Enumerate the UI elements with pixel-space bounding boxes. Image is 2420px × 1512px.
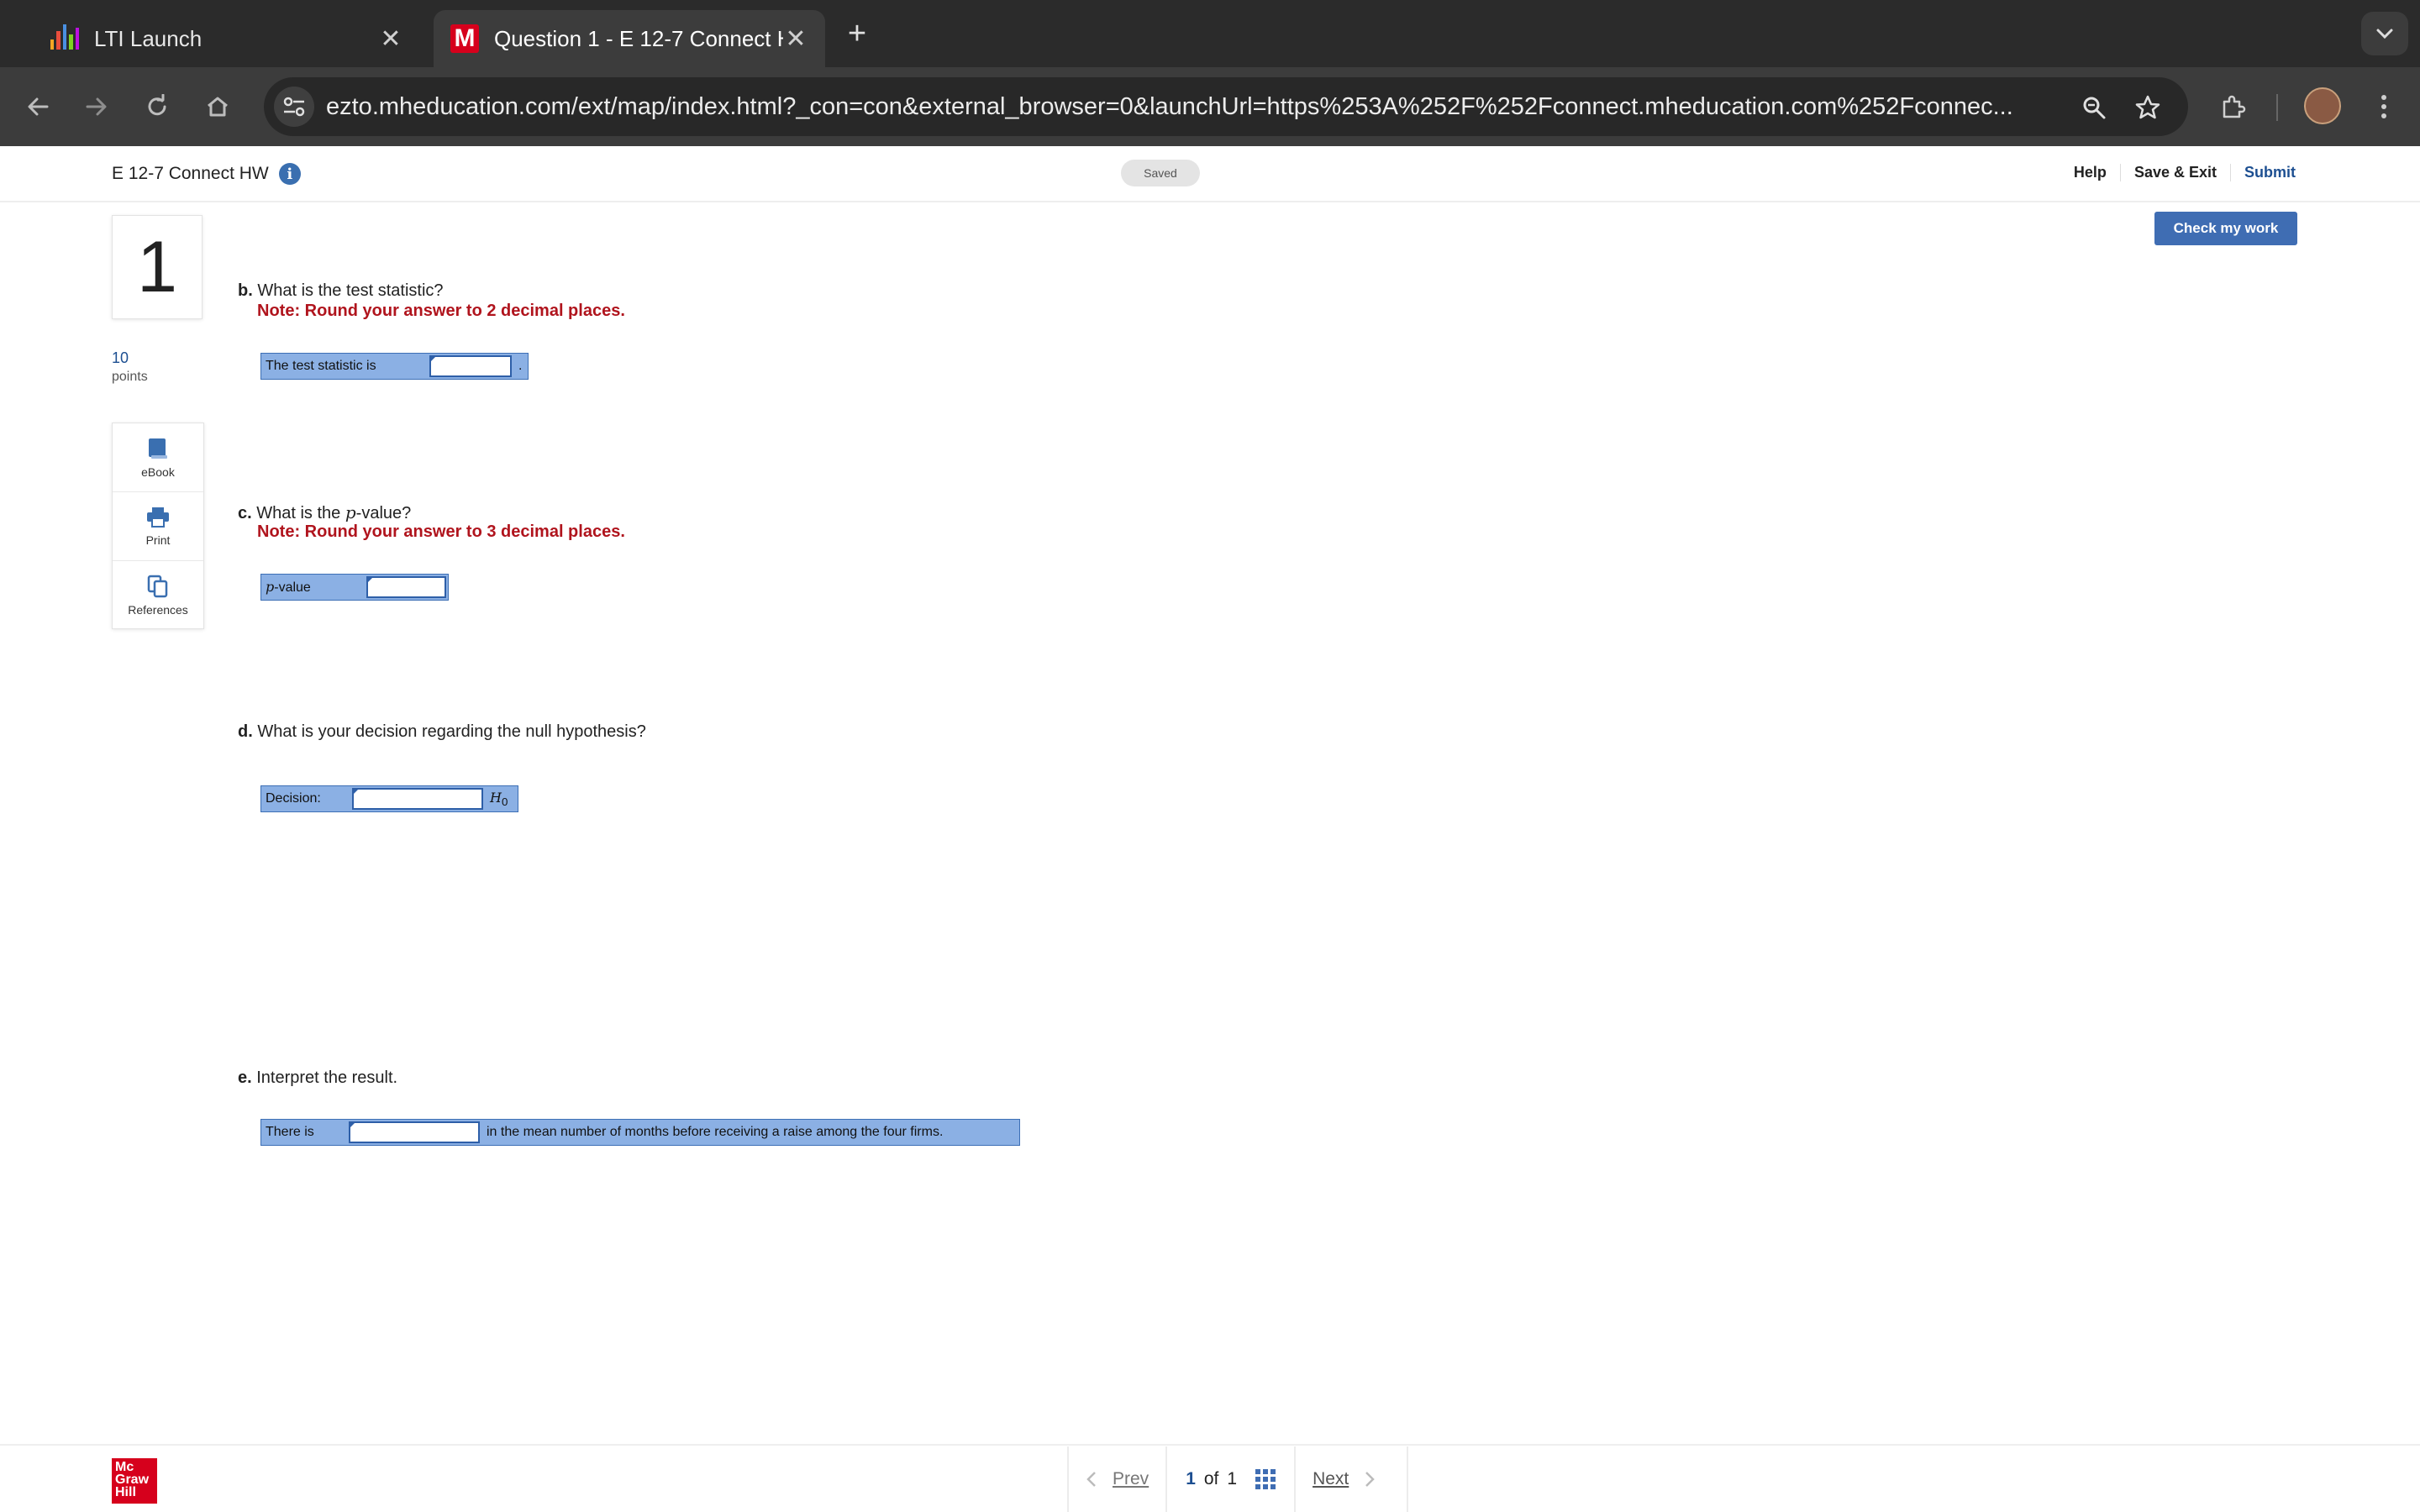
tab-title: Question 1 - E 12-7 Connect HW	[494, 25, 783, 51]
help-link[interactable]: Help	[2060, 164, 2121, 181]
tab-lti-launch[interactable]: LTI Launch ✕	[34, 10, 420, 67]
assignment-title-text: E 12-7 Connect HW	[112, 164, 269, 183]
total-pages: 1	[1227, 1469, 1238, 1488]
chevron-right-icon	[1365, 1472, 1376, 1487]
browser-toolbar: ezto.mheducation.com/ext/map/index.html?…	[0, 67, 2420, 146]
part-c-note: Note: Round your answer to 3 decimal pla…	[257, 522, 625, 541]
question-number: 1	[112, 215, 203, 319]
interpretation-dropdown[interactable]	[349, 1121, 480, 1143]
part-b-question: b. What is the test statistic?	[238, 281, 444, 300]
extensions-puzzle-icon[interactable]	[2213, 87, 2252, 126]
info-icon[interactable]: i	[278, 163, 301, 185]
part-b-row-label: The test statistic is	[266, 359, 376, 373]
part-b-note: Note: Round your answer to 2 decimal pla…	[257, 302, 625, 320]
zoom-magnifier-icon[interactable]	[2077, 91, 2111, 124]
reload-icon[interactable]	[138, 87, 176, 126]
part-e-answer-row: There is in the mean number of months be…	[260, 1119, 1020, 1146]
chevron-left-icon	[1086, 1472, 1096, 1487]
more-vertical-icon[interactable]	[2365, 87, 2403, 126]
part-b-row-tail: .	[518, 359, 523, 373]
part-d-row-tail: H0	[490, 789, 508, 809]
decision-dropdown[interactable]	[352, 788, 483, 810]
question-tools-panel: eBook Print References	[112, 423, 204, 629]
header-links: Help Save & Exit Submit	[2060, 164, 2296, 181]
ebook-button[interactable]: eBook	[113, 423, 203, 492]
bar-chart-icon	[50, 24, 80, 53]
home-icon[interactable]	[198, 87, 237, 126]
assignment-title: E 12-7 Connect HW i	[112, 163, 301, 185]
grid-icon[interactable]	[1255, 1469, 1276, 1489]
part-c-question: c. What is the p-value?	[238, 502, 412, 522]
points-label: points	[112, 370, 148, 384]
back-arrow-icon[interactable]	[18, 87, 57, 126]
question-pager: Prev 1 of 1 Next	[1067, 1446, 1408, 1512]
prev-button[interactable]: Prev	[1069, 1446, 1165, 1512]
saved-status-badge: Saved	[1121, 160, 1200, 186]
footer-divider	[0, 1444, 2420, 1446]
close-icon[interactable]: ✕	[378, 24, 403, 54]
part-d-row-label: Decision:	[266, 791, 321, 806]
browser-tab-bar: LTI Launch ✕ M Question 1 - E 12-7 Conne…	[0, 0, 2420, 67]
current-page: 1	[1186, 1469, 1196, 1488]
ebook-label: eBook	[141, 465, 175, 479]
test-statistic-input[interactable]	[429, 355, 512, 377]
assignment-page: E 12-7 Connect HW i Saved Help Save & Ex…	[0, 146, 2420, 1512]
new-tab-plus-icon[interactable]: +	[840, 15, 874, 52]
print-label: Print	[145, 533, 171, 547]
assignment-header: E 12-7 Connect HW i Saved Help Save & Ex…	[0, 146, 2420, 202]
part-e-row-label: There is	[266, 1125, 314, 1139]
toolbar-divider	[2276, 94, 2278, 121]
part-c-answer-row: p-value	[260, 574, 449, 601]
references-button[interactable]: References	[113, 561, 203, 630]
print-button[interactable]: Print	[113, 492, 203, 561]
forward-arrow-icon[interactable]	[77, 87, 116, 126]
points-value: 10	[112, 349, 129, 366]
mcgraw-hill-logo: Mc Graw Hill	[112, 1458, 157, 1504]
book-icon	[149, 438, 167, 459]
page-indicator[interactable]: 1 of 1	[1165, 1446, 1297, 1512]
tab-question-1[interactable]: M Question 1 - E 12-7 Connect HW ✕	[434, 10, 825, 67]
mcgraw-hill-favicon-icon: M	[450, 24, 479, 53]
part-c-row-label: p-value	[266, 579, 311, 595]
p-value-input[interactable]	[366, 576, 446, 598]
submit-link[interactable]: Submit	[2231, 164, 2296, 181]
save-exit-link[interactable]: Save & Exit	[2121, 164, 2231, 181]
references-label: References	[128, 603, 188, 617]
close-icon[interactable]: ✕	[783, 24, 808, 54]
url-text[interactable]: ezto.mheducation.com/ext/map/index.html?…	[326, 93, 2023, 121]
references-icon	[147, 575, 168, 598]
part-e-question: e. Interpret the result.	[238, 1068, 398, 1087]
part-d-question: d. What is your decision regarding the n…	[238, 722, 646, 741]
part-e-row-tail: in the mean number of months before rece…	[487, 1125, 944, 1139]
next-button[interactable]: Next	[1296, 1446, 1392, 1512]
part-b-answer-row: The test statistic is .	[260, 353, 529, 380]
address-bar[interactable]: ezto.mheducation.com/ext/map/index.html?…	[264, 77, 2188, 136]
tab-search-chevron-down-icon[interactable]	[2361, 12, 2408, 55]
site-settings-tune-icon[interactable]	[274, 87, 314, 127]
tab-title: LTI Launch	[94, 25, 203, 51]
check-my-work-button[interactable]: Check my work	[2154, 212, 2297, 245]
profile-avatar[interactable]	[2304, 87, 2341, 124]
part-d-answer-row: Decision: H0	[260, 785, 518, 812]
bookmark-star-icon[interactable]	[2131, 91, 2165, 124]
printer-icon	[147, 507, 169, 528]
